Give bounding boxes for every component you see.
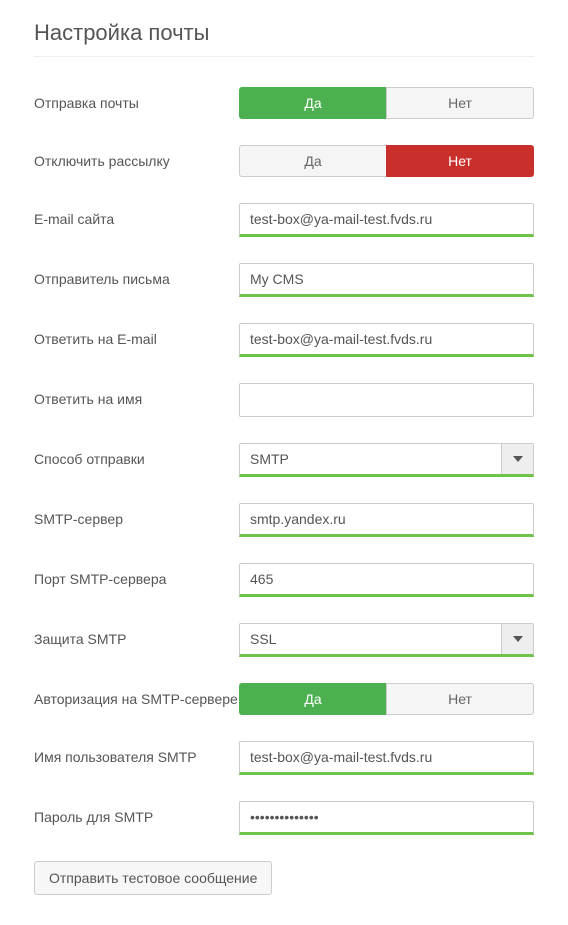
smtp-security-value: SSL [240,624,501,654]
page-title: Настройка почты [34,20,534,46]
smtp-user-input[interactable] [239,741,534,775]
label-send-method: Способ отправки [34,443,239,468]
label-smtp-security: Защита SMTP [34,623,239,648]
toggle-send-mail-no[interactable]: Нет [386,87,534,119]
row-disable-newsletter: Отключить рассылку Да Нет [34,145,534,177]
row-smtp-port: Порт SMTP-сервера [34,563,534,597]
row-send-mail: Отправка почты Да Нет [34,87,534,119]
smtp-server-input[interactable] [239,503,534,537]
send-method-select[interactable]: SMTP [239,443,534,477]
send-method-arrow[interactable] [501,444,533,474]
toggle-disable-newsletter-no[interactable]: Нет [386,145,534,177]
row-reply-to-name: Ответить на имя [34,383,534,417]
label-smtp-server: SMTP-сервер [34,503,239,528]
smtp-port-input[interactable] [239,563,534,597]
row-smtp-auth: Авторизация на SMTP-сервере Да Нет [34,683,534,715]
smtp-pass-input[interactable] [239,801,534,835]
label-smtp-pass: Пароль для SMTP [34,801,239,826]
toggle-disable-newsletter-yes[interactable]: Да [239,145,386,177]
label-disable-newsletter: Отключить рассылку [34,145,239,170]
toggle-send-mail-yes[interactable]: Да [239,87,386,119]
toggle-disable-newsletter: Да Нет [239,145,534,177]
caret-down-icon [513,456,523,462]
smtp-security-select[interactable]: SSL [239,623,534,657]
caret-down-icon [513,636,523,642]
label-site-email: E-mail сайта [34,203,239,228]
row-site-email: E-mail сайта [34,203,534,237]
toggle-smtp-auth-yes[interactable]: Да [239,683,386,715]
reply-to-name-input[interactable] [239,383,534,417]
label-smtp-user: Имя пользователя SMTP [34,741,239,766]
label-smtp-port: Порт SMTP-сервера [34,563,239,588]
reply-to-email-input[interactable] [239,323,534,357]
label-reply-to-email: Ответить на E-mail [34,323,239,348]
row-reply-to-email: Ответить на E-mail [34,323,534,357]
toggle-smtp-auth-no[interactable]: Нет [386,683,534,715]
row-smtp-pass: Пароль для SMTP [34,801,534,835]
send-method-value: SMTP [240,444,501,474]
row-smtp-user: Имя пользователя SMTP [34,741,534,775]
row-send-method: Способ отправки SMTP [34,443,534,477]
row-sender-name: Отправитель письма [34,263,534,297]
title-separator [34,56,534,57]
row-smtp-server: SMTP-сервер [34,503,534,537]
site-email-input[interactable] [239,203,534,237]
toggle-send-mail: Да Нет [239,87,534,119]
sender-name-input[interactable] [239,263,534,297]
smtp-security-arrow[interactable] [501,624,533,654]
send-test-button[interactable]: Отправить тестовое сообщение [34,861,272,895]
toggle-smtp-auth: Да Нет [239,683,534,715]
label-sender-name: Отправитель письма [34,263,239,288]
row-smtp-security: Защита SMTP SSL [34,623,534,657]
label-send-mail: Отправка почты [34,87,239,112]
label-smtp-auth: Авторизация на SMTP-сервере [34,683,239,708]
label-reply-to-name: Ответить на имя [34,383,239,408]
